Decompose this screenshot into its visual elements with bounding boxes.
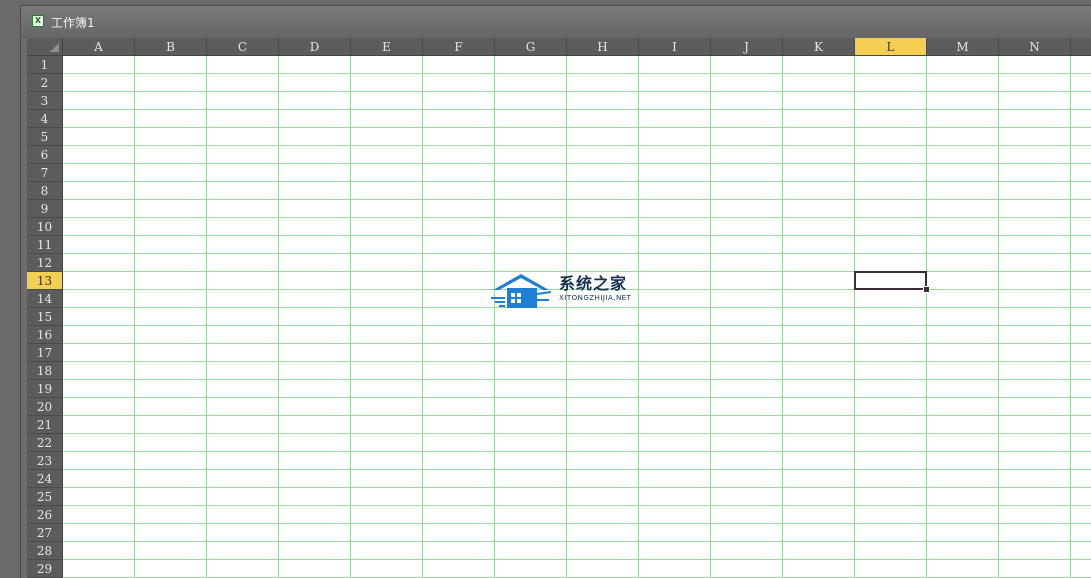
row-header-27[interactable]: 27 <box>27 524 63 542</box>
column-header-i[interactable]: I <box>639 38 711 56</box>
row-header-14[interactable]: 14 <box>27 290 63 308</box>
row-header-1[interactable]: 1 <box>27 56 63 74</box>
row-header-9[interactable]: 9 <box>27 200 63 218</box>
row-header-6[interactable]: 6 <box>27 146 63 164</box>
row-header-4[interactable]: 4 <box>27 110 63 128</box>
row-header-3[interactable]: 3 <box>27 92 63 110</box>
column-header-extra[interactable] <box>1071 38 1091 56</box>
column-header-j[interactable]: J <box>711 38 783 56</box>
row-header-25[interactable]: 25 <box>27 488 63 506</box>
column-header-n[interactable]: N <box>999 38 1071 56</box>
column-header-e[interactable]: E <box>351 38 423 56</box>
row-header-28[interactable]: 28 <box>27 542 63 560</box>
row-header-18[interactable]: 18 <box>27 362 63 380</box>
watermark-title: 系统之家 <box>559 274 628 293</box>
row-header-23[interactable]: 23 <box>27 452 63 470</box>
row-header-21[interactable]: 21 <box>27 416 63 434</box>
row-header-13[interactable]: 13 <box>27 272 63 290</box>
excel-workbook-icon: X <box>32 15 44 27</box>
row-header-26[interactable]: 26 <box>27 506 63 524</box>
row-header-11[interactable]: 11 <box>27 236 63 254</box>
column-header-a[interactable]: A <box>63 38 135 56</box>
column-header-k[interactable]: K <box>783 38 855 56</box>
row-header-22[interactable]: 22 <box>27 434 63 452</box>
selected-cell[interactable] <box>854 271 927 290</box>
column-header-g[interactable]: G <box>495 38 567 56</box>
column-header-h[interactable]: H <box>567 38 639 56</box>
row-header-10[interactable]: 10 <box>27 218 63 236</box>
row-header-16[interactable]: 16 <box>27 326 63 344</box>
row-header-20[interactable]: 20 <box>27 398 63 416</box>
fill-handle[interactable] <box>923 286 930 293</box>
column-header-l[interactable]: L <box>855 38 927 56</box>
column-header-c[interactable]: C <box>207 38 279 56</box>
window-title: 工作簿1 <box>51 16 95 30</box>
row-header-5[interactable]: 5 <box>27 128 63 146</box>
workbook-window: X 工作簿1 A B C D E F G H I J K L M N 1 2 3 4 5 6 7 8 9 10 11 12 13 14… <box>20 5 1091 578</box>
column-header-b[interactable]: B <box>135 38 207 56</box>
house-logo-icon <box>491 274 552 308</box>
row-header-24[interactable]: 24 <box>27 470 63 488</box>
row-header-15[interactable]: 15 <box>27 308 63 326</box>
watermark-subtitle: XITONGZHIJIA.NET <box>559 294 632 302</box>
row-header-8[interactable]: 8 <box>27 182 63 200</box>
row-header-17[interactable]: 17 <box>27 344 63 362</box>
column-header-d[interactable]: D <box>279 38 351 56</box>
row-header-2[interactable]: 2 <box>27 74 63 92</box>
column-header-f[interactable]: F <box>423 38 495 56</box>
cell-area[interactable] <box>63 56 1091 578</box>
row-header-29[interactable]: 29 <box>27 560 63 578</box>
title-bar[interactable]: X 工作簿1 <box>21 6 1091 38</box>
row-header-12[interactable]: 12 <box>27 254 63 272</box>
select-all-triangle-icon <box>50 43 59 52</box>
select-all-corner[interactable] <box>27 38 63 56</box>
row-header-7[interactable]: 7 <box>27 164 63 182</box>
row-header-19[interactable]: 19 <box>27 380 63 398</box>
column-header-m[interactable]: M <box>927 38 999 56</box>
watermark: 系统之家 XITONGZHIJIA.NET <box>491 268 641 312</box>
